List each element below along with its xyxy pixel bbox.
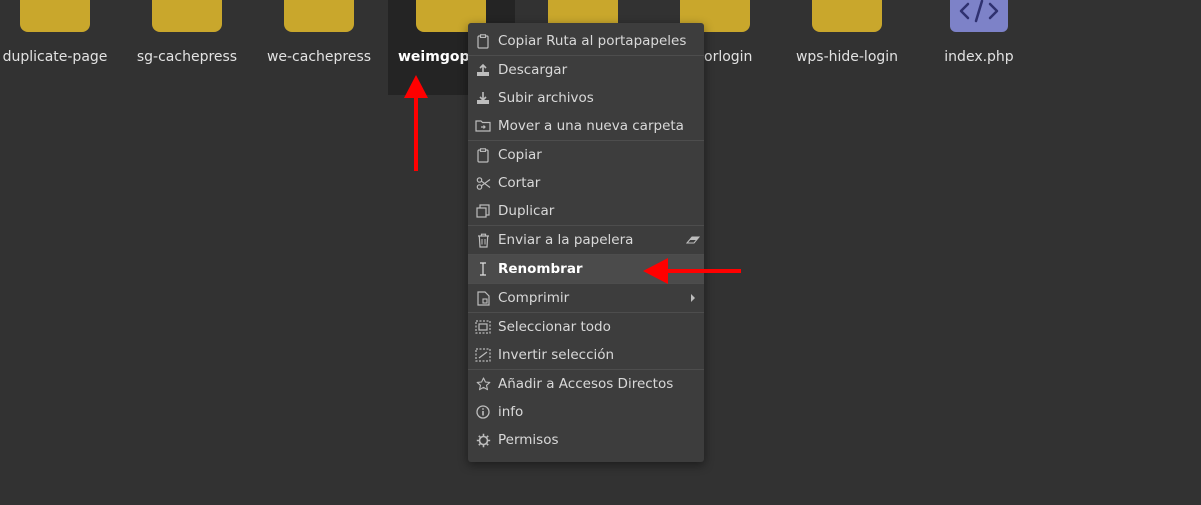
menu-item-label: Copiar <box>498 147 542 163</box>
menu-item-rename[interactable]: Renombrar <box>468 254 704 283</box>
file-label: wps-hide-login <box>795 49 899 65</box>
menu-item-invert-selection[interactable]: Invertir selección <box>468 341 704 369</box>
menu-item-cut[interactable]: Cortar <box>468 169 704 197</box>
folder-icon <box>152 0 222 32</box>
menu-item-label: Renombrar <box>498 261 583 277</box>
submenu-arrow-icon <box>682 294 704 302</box>
copy-icon <box>468 147 498 163</box>
file-index-php[interactable]: index.php <box>924 0 1034 95</box>
menu-item-permissions[interactable]: Permisos <box>468 426 704 454</box>
context-menu: Copiar Ruta al portapapeles Descargar Su… <box>468 23 704 462</box>
menu-item-trash[interactable]: Enviar a la papelera <box>468 225 704 254</box>
menu-item-label: Seleccionar todo <box>498 319 611 335</box>
menu-item-add-shortcut[interactable]: Añadir a Accesos Directos <box>468 369 704 398</box>
clipboard-path-icon <box>468 33 498 49</box>
code-file-icon <box>950 0 1008 32</box>
menu-item-label: Subir archivos <box>498 90 594 106</box>
info-icon <box>468 405 498 419</box>
file-label: sg-cachepress <box>136 49 238 65</box>
file-label: index.php <box>944 49 1014 65</box>
menu-item-label: Comprimir <box>498 290 570 306</box>
code-brackets-icon <box>959 0 999 23</box>
folder-icon <box>20 0 90 32</box>
menu-item-duplicate[interactable]: Duplicar <box>468 197 704 225</box>
select-all-icon <box>468 320 498 334</box>
menu-item-copy[interactable]: Copiar <box>468 140 704 169</box>
compress-icon <box>468 290 498 306</box>
menu-item-select-all[interactable]: Seleccionar todo <box>468 312 704 341</box>
invert-selection-icon <box>468 348 498 362</box>
menu-item-label: Permisos <box>498 432 559 448</box>
rename-icon <box>468 262 498 276</box>
menu-item-label: Cortar <box>498 175 541 191</box>
folder-wps-hide-login[interactable]: wps-hide-login <box>792 0 902 95</box>
menu-item-label: Descargar <box>498 62 568 78</box>
file-label: duplicate-page <box>2 49 108 65</box>
eraser-icon <box>682 235 704 245</box>
menu-item-label: Duplicar <box>498 203 555 219</box>
file-label: we-cachepress <box>266 49 372 65</box>
folder-duplicate-page[interactable]: duplicate-page <box>0 0 110 95</box>
gear-icon <box>468 433 498 448</box>
folder-icon <box>812 0 882 32</box>
menu-item-upload[interactable]: Subir archivos <box>468 84 704 112</box>
menu-item-move-to-folder[interactable]: Mover a una nueva carpeta <box>468 112 704 140</box>
folder-sg-cachepress[interactable]: sg-cachepress <box>132 0 242 95</box>
folder-we-cachepress[interactable]: we-cachepress <box>264 0 374 95</box>
menu-item-label: info <box>498 404 524 420</box>
menu-item-label: Invertir selección <box>498 347 615 363</box>
menu-item-info[interactable]: info <box>468 398 704 426</box>
upload-icon <box>468 91 498 105</box>
cut-icon <box>468 176 498 190</box>
menu-item-download[interactable]: Descargar <box>468 55 704 84</box>
duplicate-icon <box>468 204 498 218</box>
star-icon <box>468 377 498 391</box>
file-manager-workspace: duplicate-page sg-cachepress we-cachepre… <box>0 0 1201 505</box>
menu-item-label: Mover a una nueva carpeta <box>498 118 684 134</box>
download-icon <box>468 63 498 77</box>
move-to-folder-icon <box>468 119 498 133</box>
folder-icon <box>284 0 354 32</box>
trash-icon <box>468 233 498 248</box>
menu-item-copy-path[interactable]: Copiar Ruta al portapapeles <box>468 27 704 55</box>
menu-item-label: Copiar Ruta al portapapeles <box>498 33 687 49</box>
menu-item-label: Añadir a Accesos Directos <box>498 376 674 392</box>
menu-item-label: Enviar a la papelera <box>498 232 634 248</box>
menu-item-compress[interactable]: Comprimir <box>468 283 704 312</box>
